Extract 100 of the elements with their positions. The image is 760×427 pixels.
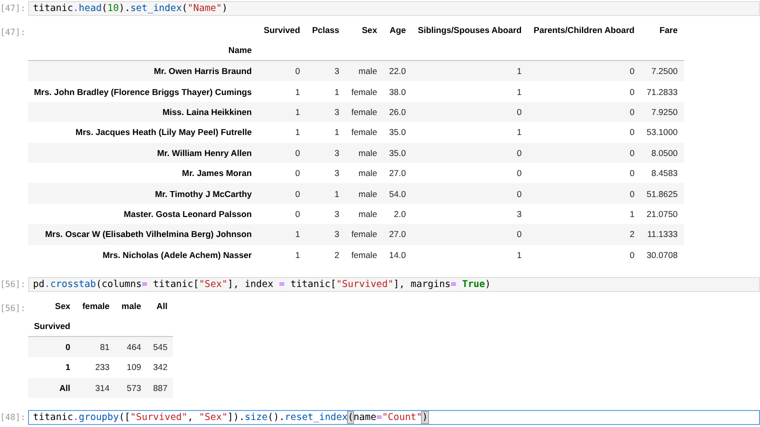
table-cell: 0 [528, 60, 641, 82]
table-cell: 1 [306, 183, 346, 204]
column-header: male [120, 300, 142, 313]
row-label: Mrs. Nicholas (Adele Achem) Nasser [28, 244, 258, 265]
table-cell: 3 [306, 60, 346, 82]
code-line: titanic.head(10).set_index("Name") [33, 3, 228, 14]
table-cell: 53.1000 [640, 122, 684, 143]
code-line: pd.crosstab(columns= titanic["Sex"], index = titanic["Survived"], margins= True) [33, 278, 491, 290]
table-cell: 21.0750 [640, 204, 684, 224]
column-header: Pclass [311, 24, 340, 37]
row-label: Mr. Timothy J McCarthy [28, 183, 258, 204]
table-cell: 1 [258, 102, 306, 122]
table-cell: 0 [412, 162, 528, 184]
code-cell[interactable]: titanic.groupby(["Survived", "Sex"]).size().reset_index(name="Count") [28, 410, 760, 426]
table-cell: 1 [258, 122, 306, 143]
table-cell: male [345, 204, 384, 224]
table-cell: 3 [306, 102, 346, 122]
table-cell: 3 [306, 224, 346, 245]
table-cell: 1 [412, 244, 528, 265]
table-cell: male [345, 162, 384, 184]
table-cell: female [345, 102, 384, 122]
table-cell: 0 [412, 224, 528, 245]
table-cell: male [345, 142, 384, 163]
table-cell: 0 [258, 183, 306, 204]
table-cell: 1 [258, 244, 306, 265]
table-cell: 545 [147, 336, 174, 358]
table-cell: 464 [116, 336, 148, 358]
row-label: Mrs. Oscar W (Elisabeth Vilhelmina Berg) Johnson [28, 224, 258, 245]
row-label: Mr. Owen Harris Braund [28, 60, 258, 82]
table-cell: 54.0 [383, 183, 412, 204]
table-cell: 1 [258, 224, 306, 245]
column-header: female [81, 300, 111, 313]
table-cell: female [345, 224, 384, 245]
input-prompt: [48]: [0, 412, 27, 424]
input-prompt: [47]: [0, 3, 27, 14]
table-cell: 0 [528, 244, 641, 265]
table-cell: female [345, 122, 384, 143]
table-cell: 14.0 [383, 244, 412, 265]
row-label: Mr. William Henry Allen [28, 142, 258, 163]
table-cell-text: 233 [94, 361, 111, 374]
table-cell: 0 [258, 60, 306, 82]
table-cell: 26.0 [383, 102, 412, 122]
table-cell: 11.1333 [640, 224, 684, 245]
table-cell-text: 109 [126, 361, 142, 374]
row-label: Miss. Laina Heikkinen [28, 102, 258, 122]
table-cell: 30.0708 [640, 244, 684, 265]
row-label: 1 [64, 361, 72, 374]
table-cell: 2 [528, 224, 641, 245]
output-prompt: [56]: [0, 302, 27, 314]
table-cell: 1 [306, 122, 346, 143]
table-cell: 887 [147, 378, 174, 398]
table-cell: 0 [528, 122, 641, 143]
column-header: Age [388, 24, 407, 37]
table-cell: 0 [412, 102, 528, 122]
table-cell: 1 [412, 81, 528, 102]
code-cell[interactable]: pd.crosstab(columns= titanic["Sex"], index = titanic["Survived"], margins= True) [28, 276, 760, 292]
table-cell: 8.4583 [640, 162, 684, 184]
table-cell: 0 [528, 102, 641, 122]
row-label: All [28, 378, 76, 398]
table-cell: 2 [306, 244, 346, 265]
table-cell: 3 [306, 204, 346, 224]
column-header: Survived [262, 24, 302, 37]
table-cell: 573 [116, 378, 148, 398]
table-cell: 0 [258, 162, 306, 184]
table-cell: 0 [528, 142, 641, 163]
table-cell: 314 [76, 378, 116, 398]
table-cell: 2.0 [383, 204, 412, 224]
table-cell: 7.2500 [640, 60, 684, 82]
table-cell: 38.0 [383, 81, 412, 102]
column-label: Sex [54, 300, 72, 313]
table-cell: 3 [306, 142, 346, 163]
table-cell: 3 [412, 204, 528, 224]
table-cell: 0 [412, 142, 528, 163]
index-header: Survived [28, 316, 76, 336]
table-cell: 35.0 [383, 142, 412, 163]
table-cell: female [345, 244, 384, 265]
table-cell: male [345, 60, 384, 82]
table-cell: 71.2833 [640, 81, 684, 102]
code-line: titanic.groupby(["Survived", "Sex"]).size().reset_index(name="Count") [33, 412, 428, 424]
table-cell: 27.0 [383, 224, 412, 245]
row-label: 0 [28, 336, 76, 358]
table-cell: 1 [412, 60, 528, 82]
table-cell: 35.0 [383, 122, 412, 143]
column-header: Sex [360, 24, 378, 37]
table-cell: 8.0500 [640, 142, 684, 163]
code-cell[interactable]: titanic.head(10).set_index("Name") [28, 1, 760, 16]
table-cell: 22.0 [383, 60, 412, 82]
column-header: Fare [658, 24, 679, 37]
row-label: Mrs. John Bradley (Florence Briggs Thayer) Cumings [28, 81, 258, 102]
table-cell: male [345, 183, 384, 204]
row-label: Mr. James Moran [28, 162, 258, 184]
table-cell: 1 [412, 122, 528, 143]
column-header: Parents/Children Aboard [532, 24, 636, 37]
output-prompt: [47]: [0, 27, 27, 38]
table-cell: 3 [306, 162, 346, 184]
table-cell: female [345, 81, 384, 102]
table-cell: 1 [258, 81, 306, 102]
input-prompt: [56]: [0, 278, 27, 290]
row-label: Master. Gosta Leonard Palsson [28, 204, 258, 224]
table-cell: 1 [306, 81, 346, 102]
